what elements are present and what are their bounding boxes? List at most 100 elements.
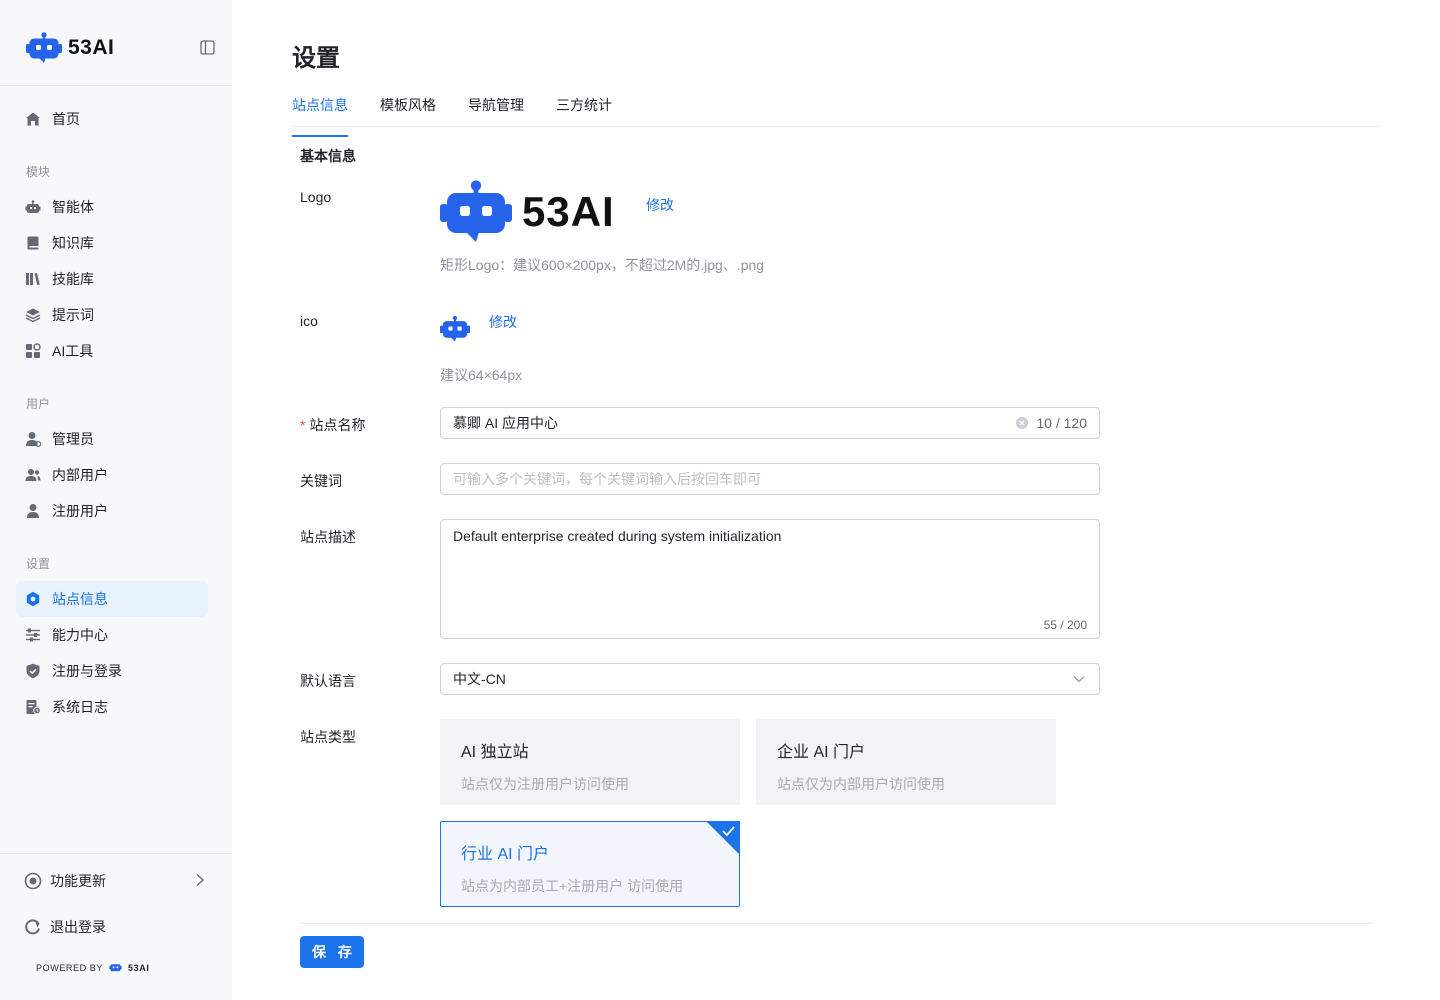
sidebar-item-system-logs[interactable]: 系统日志 [16, 689, 208, 725]
sidebar-item-agents[interactable]: 智能体 [16, 189, 208, 225]
sidebar-item-label: 系统日志 [52, 699, 108, 715]
site-name-counter: 10 / 120 [1036, 415, 1087, 431]
sidebar-divider [0, 85, 232, 86]
site-type-option-enterprise[interactable]: 企业 AI 门户 站点仅为内部用户访问使用 [756, 719, 1056, 805]
robot-mini-icon [109, 964, 122, 972]
settings-gear-icon [25, 591, 41, 607]
ico-hint: 建议64×64px [440, 367, 523, 383]
sliders-icon [25, 627, 41, 643]
site-name-counter-group: 10 / 120 [1016, 415, 1087, 431]
clear-icon[interactable] [1016, 417, 1029, 429]
option-title: 行业 AI 门户 [461, 846, 550, 863]
sidebar-item-label: 技能库 [52, 271, 94, 287]
sidebar-item-home[interactable]: 首页 [16, 101, 208, 137]
footer-divider [300, 923, 1372, 924]
sidebar-item-label: 管理员 [52, 431, 94, 447]
apps-icon [25, 343, 41, 359]
sidebar-collapse-icon[interactable] [200, 40, 215, 55]
tab-third-party-stats[interactable]: 三方统计 [556, 95, 612, 127]
tab-navigation[interactable]: 导航管理 [468, 95, 524, 127]
powered-by: POWERED BY 53AI [36, 962, 149, 973]
selected-check-icon [706, 821, 740, 855]
option-desc: 站点为内部员工+注册用户 访问使用 [461, 878, 684, 894]
sidebar-item-register-login[interactable]: 注册与登录 [16, 653, 208, 689]
sidebar-item-label: AI工具 [52, 343, 94, 359]
edit-logo-link[interactable]: 修改 [646, 195, 674, 215]
sidebar-section-modules: 模块 [26, 165, 51, 179]
required-asterisk: * [300, 417, 306, 433]
logo-hint: 矩形Logo：建议600×200px，不超过2M的.jpg、.png [440, 257, 765, 273]
sidebar-item-label: 内部用户 [52, 467, 108, 483]
description-textarea[interactable]: Default enterprise created during system… [440, 519, 1100, 639]
feature-updates-button[interactable]: 功能更新 [24, 871, 106, 891]
sidebar-item-skills[interactable]: 技能库 [16, 261, 208, 297]
sidebar-item-site-info[interactable]: 站点信息 [16, 581, 208, 617]
language-label: 默认语言 [300, 673, 356, 689]
chevron-right-icon[interactable] [194, 873, 206, 887]
logout-icon [24, 918, 42, 936]
sidebar-item-label: 注册用户 [52, 503, 108, 519]
logo-label: Logo [300, 189, 332, 205]
admin-user-icon [25, 431, 41, 447]
option-desc: 站点仅为内部用户访问使用 [777, 776, 945, 792]
sidebar-item-capabilities[interactable]: 能力中心 [16, 617, 208, 653]
sidebar: 53AI 首页 模块 智能体 知识库 技能库 提示词 AI工具 用户 管理员 内… [0, 0, 232, 1000]
save-button[interactable]: 保 存 [300, 936, 364, 968]
site-type-option-industry[interactable]: 行业 AI 门户 站点为内部员工+注册用户 访问使用 [440, 821, 740, 907]
powered-by-text: POWERED BY [36, 962, 104, 973]
active-tab-indicator [292, 135, 348, 137]
logout-label: 退出登录 [50, 919, 106, 935]
page-title: 设置 [292, 45, 340, 72]
logo-preview-text: 53AI [522, 188, 615, 235]
sidebar-item-label: 首页 [52, 111, 80, 127]
sidebar-item-internal-users[interactable]: 内部用户 [16, 457, 208, 493]
keywords-input[interactable]: 可输入多个关键词，每个关键词输入后按回车即可 [440, 463, 1100, 495]
robot-logo-icon [440, 180, 512, 242]
option-title: AI 独立站 [461, 744, 529, 761]
sidebar-section-users: 用户 [26, 397, 51, 411]
robot-icon [25, 199, 41, 215]
sidebar-item-label: 智能体 [52, 199, 94, 215]
sidebar-item-label: 注册与登录 [52, 663, 122, 679]
logout-button[interactable]: 退出登录 [24, 917, 106, 937]
powered-brand: 53AI [128, 962, 150, 973]
tab-site-info[interactable]: 站点信息 [292, 95, 348, 137]
sidebar-item-admins[interactable]: 管理员 [16, 421, 208, 457]
sidebar-item-label: 能力中心 [52, 627, 108, 643]
sidebar-item-label: 知识库 [52, 235, 94, 251]
brand-logo[interactable]: 53AI [26, 32, 114, 64]
sidebar-section-settings: 设置 [26, 557, 51, 571]
sidebar-item-knowledge[interactable]: 知识库 [16, 225, 208, 261]
option-desc: 站点仅为注册用户访问使用 [461, 776, 629, 792]
sidebar-item-label: 提示词 [52, 307, 94, 323]
sidebar-item-ai-tools[interactable]: AI工具 [16, 333, 208, 369]
description-label: 站点描述 [300, 529, 356, 545]
language-value: 中文-CN [453, 671, 506, 687]
refresh-circle-icon [24, 872, 42, 890]
settings-tabs: 站点信息 模板风格 导航管理 三方统计 [292, 84, 1380, 137]
home-icon [25, 111, 41, 127]
keywords-label: 关键词 [300, 473, 342, 489]
sidebar-divider [0, 853, 232, 854]
shield-check-icon [25, 663, 41, 679]
layers-icon [25, 307, 41, 323]
log-file-icon [25, 699, 41, 715]
robot-favicon-icon [440, 315, 470, 342]
ico-label: ico [300, 313, 318, 329]
edit-ico-link[interactable]: 修改 [489, 312, 517, 332]
language-select[interactable]: 中文-CN [440, 663, 1100, 695]
sidebar-item-prompts[interactable]: 提示词 [16, 297, 208, 333]
brand-name: 53AI [68, 36, 115, 59]
logo-preview: 53AI [440, 180, 615, 244]
tab-template-style[interactable]: 模板风格 [380, 95, 436, 127]
site-type-option-standalone[interactable]: AI 独立站 站点仅为注册用户访问使用 [440, 719, 740, 805]
site-name-label: * 站点名称 [300, 415, 365, 435]
description-value: Default enterprise created during system… [453, 528, 782, 544]
users-icon [25, 467, 41, 483]
site-name-input[interactable]: 慕卿 AI 应用中心 10 / 120 [440, 407, 1100, 439]
site-name-label-text: 站点名称 [309, 417, 366, 433]
chevron-down-icon [1073, 676, 1085, 683]
library-icon [25, 271, 41, 287]
description-counter: 55 / 200 [1043, 618, 1087, 632]
sidebar-item-registered-users[interactable]: 注册用户 [16, 493, 208, 529]
